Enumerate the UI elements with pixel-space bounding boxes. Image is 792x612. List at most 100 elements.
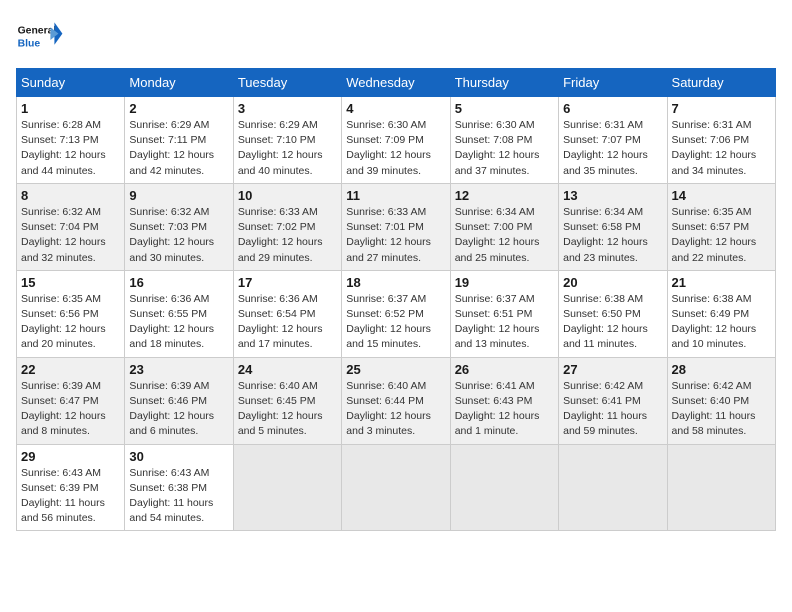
day-number: 3: [238, 101, 337, 116]
day-number: 2: [129, 101, 228, 116]
day-number: 22: [21, 362, 120, 377]
calendar-table: SundayMondayTuesdayWednesdayThursdayFrid…: [16, 68, 776, 531]
day-info: Sunrise: 6:35 AMSunset: 6:57 PMDaylight:…: [672, 205, 771, 266]
day-info: Sunrise: 6:31 AMSunset: 7:06 PMDaylight:…: [672, 118, 771, 179]
day-number: 14: [672, 188, 771, 203]
day-info: Sunrise: 6:34 AMSunset: 6:58 PMDaylight:…: [563, 205, 662, 266]
calendar-cell: 27 Sunrise: 6:42 AMSunset: 6:41 PMDayligh…: [559, 357, 667, 444]
calendar-cell: 4 Sunrise: 6:30 AMSunset: 7:09 PMDaylight…: [342, 97, 450, 184]
day-number: 12: [455, 188, 554, 203]
day-number: 5: [455, 101, 554, 116]
weekday-header-friday: Friday: [559, 69, 667, 97]
calendar-cell: 10 Sunrise: 6:33 AMSunset: 7:02 PMDayligh…: [233, 183, 341, 270]
day-number: 16: [129, 275, 228, 290]
weekday-header-saturday: Saturday: [667, 69, 775, 97]
weekday-header-wednesday: Wednesday: [342, 69, 450, 97]
day-info: Sunrise: 6:34 AMSunset: 7:00 PMDaylight:…: [455, 205, 554, 266]
day-info: Sunrise: 6:30 AMSunset: 7:09 PMDaylight:…: [346, 118, 445, 179]
day-number: 4: [346, 101, 445, 116]
calendar-cell: 7Sunrise: 6:31 AMSunset: 7:06 PMDaylight…: [667, 97, 775, 184]
logo: General Blue: [16, 16, 64, 56]
day-info: Sunrise: 6:40 AMSunset: 6:45 PMDaylight:…: [238, 379, 337, 440]
calendar-header-row: SundayMondayTuesdayWednesdayThursdayFrid…: [17, 69, 776, 97]
logo-icon: General Blue: [16, 16, 64, 56]
calendar-cell: 18 Sunrise: 6:37 AMSunset: 6:52 PMDayligh…: [342, 270, 450, 357]
calendar-cell: 3Sunrise: 6:29 AMSunset: 7:10 PMDaylight…: [233, 97, 341, 184]
day-number: 30: [129, 449, 228, 464]
calendar-cell: 21 Sunrise: 6:38 AMSunset: 6:49 PMDayligh…: [667, 270, 775, 357]
calendar-cell: 17 Sunrise: 6:36 AMSunset: 6:54 PMDayligh…: [233, 270, 341, 357]
day-info: Sunrise: 6:28 AMSunset: 7:13 PMDaylight:…: [21, 118, 120, 179]
day-number: 25: [346, 362, 445, 377]
day-number: 9: [129, 188, 228, 203]
day-number: 19: [455, 275, 554, 290]
day-info: Sunrise: 6:35 AMSunset: 6:56 PMDaylight:…: [21, 292, 120, 353]
day-number: 13: [563, 188, 662, 203]
day-info: Sunrise: 6:29 AMSunset: 7:11 PMDaylight:…: [129, 118, 228, 179]
day-info: Sunrise: 6:39 AMSunset: 6:47 PMDaylight:…: [21, 379, 120, 440]
calendar-cell: 29Sunrise: 6:43 AMSunset: 6:39 PMDayligh…: [17, 444, 125, 531]
calendar-cell: 22 Sunrise: 6:39 AMSunset: 6:47 PMDayligh…: [17, 357, 125, 444]
calendar-cell: 26 Sunrise: 6:41 AMSunset: 6:43 PMDayligh…: [450, 357, 558, 444]
day-info: Sunrise: 6:37 AMSunset: 6:52 PMDaylight:…: [346, 292, 445, 353]
day-info: Sunrise: 6:32 AMSunset: 7:03 PMDaylight:…: [129, 205, 228, 266]
day-number: 8: [21, 188, 120, 203]
weekday-header-thursday: Thursday: [450, 69, 558, 97]
weekday-header-tuesday: Tuesday: [233, 69, 341, 97]
day-number: 28: [672, 362, 771, 377]
day-number: 26: [455, 362, 554, 377]
day-number: 15: [21, 275, 120, 290]
day-info: Sunrise: 6:30 AMSunset: 7:08 PMDaylight:…: [455, 118, 554, 179]
calendar-cell: 28 Sunrise: 6:42 AMSunset: 6:40 PMDayligh…: [667, 357, 775, 444]
calendar-cell: [233, 444, 341, 531]
day-info: Sunrise: 6:43 AMSunset: 6:38 PMDaylight:…: [129, 466, 228, 527]
day-number: 23: [129, 362, 228, 377]
calendar-cell: 11 Sunrise: 6:33 AMSunset: 7:01 PMDayligh…: [342, 183, 450, 270]
calendar-week-5: 29Sunrise: 6:43 AMSunset: 6:39 PMDayligh…: [17, 444, 776, 531]
calendar-cell: 23 Sunrise: 6:39 AMSunset: 6:46 PMDayligh…: [125, 357, 233, 444]
weekday-header-monday: Monday: [125, 69, 233, 97]
day-info: Sunrise: 6:33 AMSunset: 7:01 PMDaylight:…: [346, 205, 445, 266]
day-info: Sunrise: 6:42 AMSunset: 6:41 PMDaylight:…: [563, 379, 662, 440]
calendar-cell: 1 Sunrise: 6:28 AMSunset: 7:13 PMDaylight…: [17, 97, 125, 184]
calendar-week-4: 22 Sunrise: 6:39 AMSunset: 6:47 PMDayligh…: [17, 357, 776, 444]
day-number: 24: [238, 362, 337, 377]
calendar-cell: 16 Sunrise: 6:36 AMSunset: 6:55 PMDayligh…: [125, 270, 233, 357]
day-info: Sunrise: 6:38 AMSunset: 6:49 PMDaylight:…: [672, 292, 771, 353]
day-info: Sunrise: 6:33 AMSunset: 7:02 PMDaylight:…: [238, 205, 337, 266]
calendar-cell: [342, 444, 450, 531]
calendar-cell: [667, 444, 775, 531]
weekday-header-sunday: Sunday: [17, 69, 125, 97]
day-number: 21: [672, 275, 771, 290]
day-info: Sunrise: 6:36 AMSunset: 6:55 PMDaylight:…: [129, 292, 228, 353]
calendar-cell: 25Sunrise: 6:40 AMSunset: 6:44 PMDayligh…: [342, 357, 450, 444]
day-info: Sunrise: 6:43 AMSunset: 6:39 PMDaylight:…: [21, 466, 120, 527]
day-info: Sunrise: 6:36 AMSunset: 6:54 PMDaylight:…: [238, 292, 337, 353]
day-number: 11: [346, 188, 445, 203]
day-number: 10: [238, 188, 337, 203]
calendar-cell: [450, 444, 558, 531]
calendar-cell: 8 Sunrise: 6:32 AMSunset: 7:04 PMDaylight…: [17, 183, 125, 270]
calendar-cell: 15 Sunrise: 6:35 AMSunset: 6:56 PMDayligh…: [17, 270, 125, 357]
day-info: Sunrise: 6:37 AMSunset: 6:51 PMDaylight:…: [455, 292, 554, 353]
day-number: 17: [238, 275, 337, 290]
page-header: General Blue: [16, 16, 776, 56]
day-number: 1: [21, 101, 120, 116]
calendar-cell: 12 Sunrise: 6:34 AMSunset: 7:00 PMDayligh…: [450, 183, 558, 270]
day-number: 18: [346, 275, 445, 290]
day-number: 6: [563, 101, 662, 116]
day-number: 20: [563, 275, 662, 290]
day-number: 27: [563, 362, 662, 377]
day-info: Sunrise: 6:42 AMSunset: 6:40 PMDaylight:…: [672, 379, 771, 440]
day-info: Sunrise: 6:31 AMSunset: 7:07 PMDaylight:…: [563, 118, 662, 179]
calendar-week-3: 15 Sunrise: 6:35 AMSunset: 6:56 PMDayligh…: [17, 270, 776, 357]
svg-text:Blue: Blue: [18, 38, 41, 49]
day-info: Sunrise: 6:41 AMSunset: 6:43 PMDaylight:…: [455, 379, 554, 440]
day-info: Sunrise: 6:32 AMSunset: 7:04 PMDaylight:…: [21, 205, 120, 266]
day-info: Sunrise: 6:39 AMSunset: 6:46 PMDaylight:…: [129, 379, 228, 440]
calendar-cell: 30 Sunrise: 6:43 AMSunset: 6:38 PMDayligh…: [125, 444, 233, 531]
calendar-cell: 19 Sunrise: 6:37 AMSunset: 6:51 PMDayligh…: [450, 270, 558, 357]
calendar-cell: 5 Sunrise: 6:30 AMSunset: 7:08 PMDaylight…: [450, 97, 558, 184]
calendar-week-2: 8 Sunrise: 6:32 AMSunset: 7:04 PMDaylight…: [17, 183, 776, 270]
calendar-cell: [559, 444, 667, 531]
